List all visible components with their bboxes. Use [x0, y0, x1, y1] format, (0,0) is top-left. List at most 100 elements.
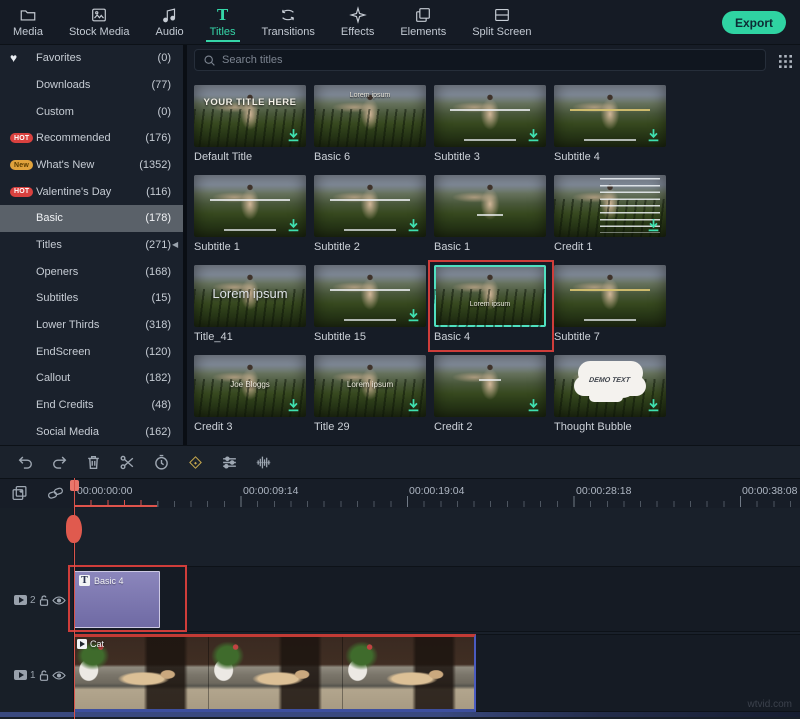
sidebar-item-recommended[interactable]: HOT Recommended (176): [0, 125, 183, 152]
ruler-clip-range: [74, 500, 157, 507]
download-icon[interactable]: [287, 128, 300, 142]
template-thumbnail: [554, 85, 666, 147]
adjust-sliders-icon[interactable]: [220, 453, 238, 471]
download-icon[interactable]: [647, 128, 660, 142]
sidebar-item-downloads[interactable]: Downloads (77): [0, 72, 183, 99]
eye-icon[interactable]: [52, 595, 66, 606]
video-frame: [208, 637, 342, 709]
panel-collapse-arrow[interactable]: ◀: [172, 240, 178, 249]
template-thumbnail: DEMO TEXT: [554, 355, 666, 417]
undo-icon[interactable]: [16, 453, 34, 471]
tab-stock-media[interactable]: Stock Media: [56, 0, 143, 44]
sidebar-item-social-media[interactable]: Social Media (162): [0, 418, 183, 445]
video-track-icon[interactable]: 1: [14, 670, 36, 681]
sidebar-item-favorites[interactable]: ♥ Favorites (0): [0, 45, 183, 72]
tab-elements[interactable]: Elements: [387, 0, 459, 44]
download-icon[interactable]: [647, 398, 660, 412]
lock-icon[interactable]: [38, 594, 50, 607]
template-thumbnail: [314, 175, 426, 237]
tab-effects[interactable]: Effects: [328, 0, 387, 44]
redo-icon[interactable]: [50, 453, 68, 471]
ruler-timestamp: 00:00:00:00: [77, 485, 132, 497]
title-template-credit-2[interactable]: Credit 2: [434, 355, 546, 445]
download-icon[interactable]: [287, 218, 300, 232]
export-button[interactable]: Export: [722, 11, 786, 34]
sidebar-item-whats-new[interactable]: New What's New (1352): [0, 152, 183, 179]
template-thumbnail: [314, 265, 426, 327]
title-template-credit-1[interactable]: Credit 1: [554, 175, 666, 265]
link-icon[interactable]: [46, 484, 64, 502]
sidebar-item-subtitles[interactable]: Subtitles (15): [0, 285, 183, 312]
title-clip-basic-4[interactable]: T Basic 4: [74, 571, 160, 628]
title-template-subtitle-7[interactable]: Subtitle 7: [554, 265, 666, 355]
tab-titles-label: Titles: [210, 26, 236, 38]
sidebar-item-lower-thirds[interactable]: Lower Thirds (318): [0, 312, 183, 339]
hot-badge: HOT: [10, 133, 33, 143]
audio-wave-icon[interactable]: [254, 453, 272, 471]
download-icon[interactable]: [527, 398, 540, 412]
scissors-icon[interactable]: [118, 453, 136, 471]
add-to-timeline-icon[interactable]: [10, 484, 28, 502]
title-template-subtitle-4[interactable]: Subtitle 4: [554, 85, 666, 175]
tab-audio[interactable]: Audio: [143, 0, 197, 44]
search-input[interactable]: [222, 54, 757, 66]
title-template-basic-1[interactable]: Basic 1: [434, 175, 546, 265]
download-icon[interactable]: [527, 128, 540, 142]
timeline-ruler[interactable]: 00:00:00:00 00:00:09:14 00:00:19:04 00:0…: [74, 479, 800, 509]
template-thumbnail: YOUR TITLE HERE: [194, 85, 306, 147]
clip-bottom-border: [0, 712, 800, 717]
title-template-subtitle-2[interactable]: Subtitle 2: [314, 175, 426, 265]
title-template-thought-bubble[interactable]: DEMO TEXT Thought Bubble: [554, 355, 666, 445]
title-template-subtitle-15[interactable]: Subtitle 15: [314, 265, 426, 355]
playhead-grip[interactable]: [66, 515, 82, 543]
sidebar-item-end-credits[interactable]: End Credits (48): [0, 392, 183, 419]
media-tabs: Media Stock Media Audio T Titles Transit…: [0, 0, 545, 44]
eye-icon[interactable]: [52, 670, 66, 681]
trash-icon[interactable]: [84, 453, 102, 471]
download-icon[interactable]: [647, 218, 660, 232]
title-template-basic-6[interactable]: Lorem ipsum Basic 6: [314, 85, 426, 175]
timeline-ruler-row: 00:00:00:00 00:00:09:14 00:00:19:04 00:0…: [0, 478, 800, 508]
tab-transitions[interactable]: Transitions: [249, 0, 328, 44]
titles-t-icon: T: [217, 7, 228, 24]
sidebar-item-titles[interactable]: Titles (271): [0, 232, 183, 259]
stock-media-icon: [90, 6, 108, 24]
video-clip-label: Cat: [90, 639, 104, 649]
timeline-toolbar: [0, 445, 800, 478]
title-template-title-29[interactable]: Lorem ipsum Title 29: [314, 355, 426, 445]
template-thumbnail: [434, 85, 546, 147]
tab-effects-label: Effects: [341, 26, 374, 38]
sidebar-item-basic[interactable]: Basic (178): [0, 205, 183, 232]
title-template-credit-3[interactable]: Joe Bloggs Credit 3: [194, 355, 306, 445]
video-track-icon[interactable]: 2: [14, 595, 36, 606]
video-clip-cat[interactable]: Cat: [74, 634, 476, 712]
transitions-icon: [279, 6, 297, 24]
download-icon[interactable]: [407, 218, 420, 232]
tab-split-screen[interactable]: Split Screen: [459, 0, 544, 44]
clock-icon[interactable]: [152, 453, 170, 471]
download-icon[interactable]: [407, 398, 420, 412]
keyframe-diamond-icon[interactable]: [186, 453, 204, 471]
sidebar-item-openers[interactable]: Openers (168): [0, 258, 183, 285]
search-bar[interactable]: [194, 49, 766, 71]
download-icon[interactable]: [287, 398, 300, 412]
sidebar-item-custom[interactable]: Custom (0): [0, 98, 183, 125]
lock-icon[interactable]: [38, 669, 50, 682]
download-icon[interactable]: [407, 308, 420, 322]
grid-view-icon[interactable]: [776, 52, 794, 70]
title-template-title-41[interactable]: Lorem ipsum Title_41: [194, 265, 306, 355]
sidebar-item-callout[interactable]: Callout (182): [0, 365, 183, 392]
sidebar-item-valentines-day[interactable]: HOT Valentine's Day (116): [0, 178, 183, 205]
template-thumbnail: Lorem ipsum: [194, 265, 306, 327]
title-template-subtitle-1[interactable]: Subtitle 1: [194, 175, 306, 265]
tab-titles[interactable]: T Titles: [197, 0, 249, 44]
sidebar-item-endscreen[interactable]: EndScreen (120): [0, 338, 183, 365]
title-template-basic-4-selected[interactable]: Lorem ipsum Basic 4: [434, 265, 546, 355]
title-template-default-title[interactable]: YOUR TITLE HERE Default Title: [194, 85, 306, 175]
tab-media[interactable]: Media: [0, 0, 56, 44]
title-template-subtitle-3[interactable]: Subtitle 3: [434, 85, 546, 175]
template-thumbnail: [194, 175, 306, 237]
title-clip-label: Basic 4: [94, 576, 124, 586]
template-thumbnail: Lorem ipsum: [314, 355, 426, 417]
track-2-controls: 2: [0, 588, 74, 612]
